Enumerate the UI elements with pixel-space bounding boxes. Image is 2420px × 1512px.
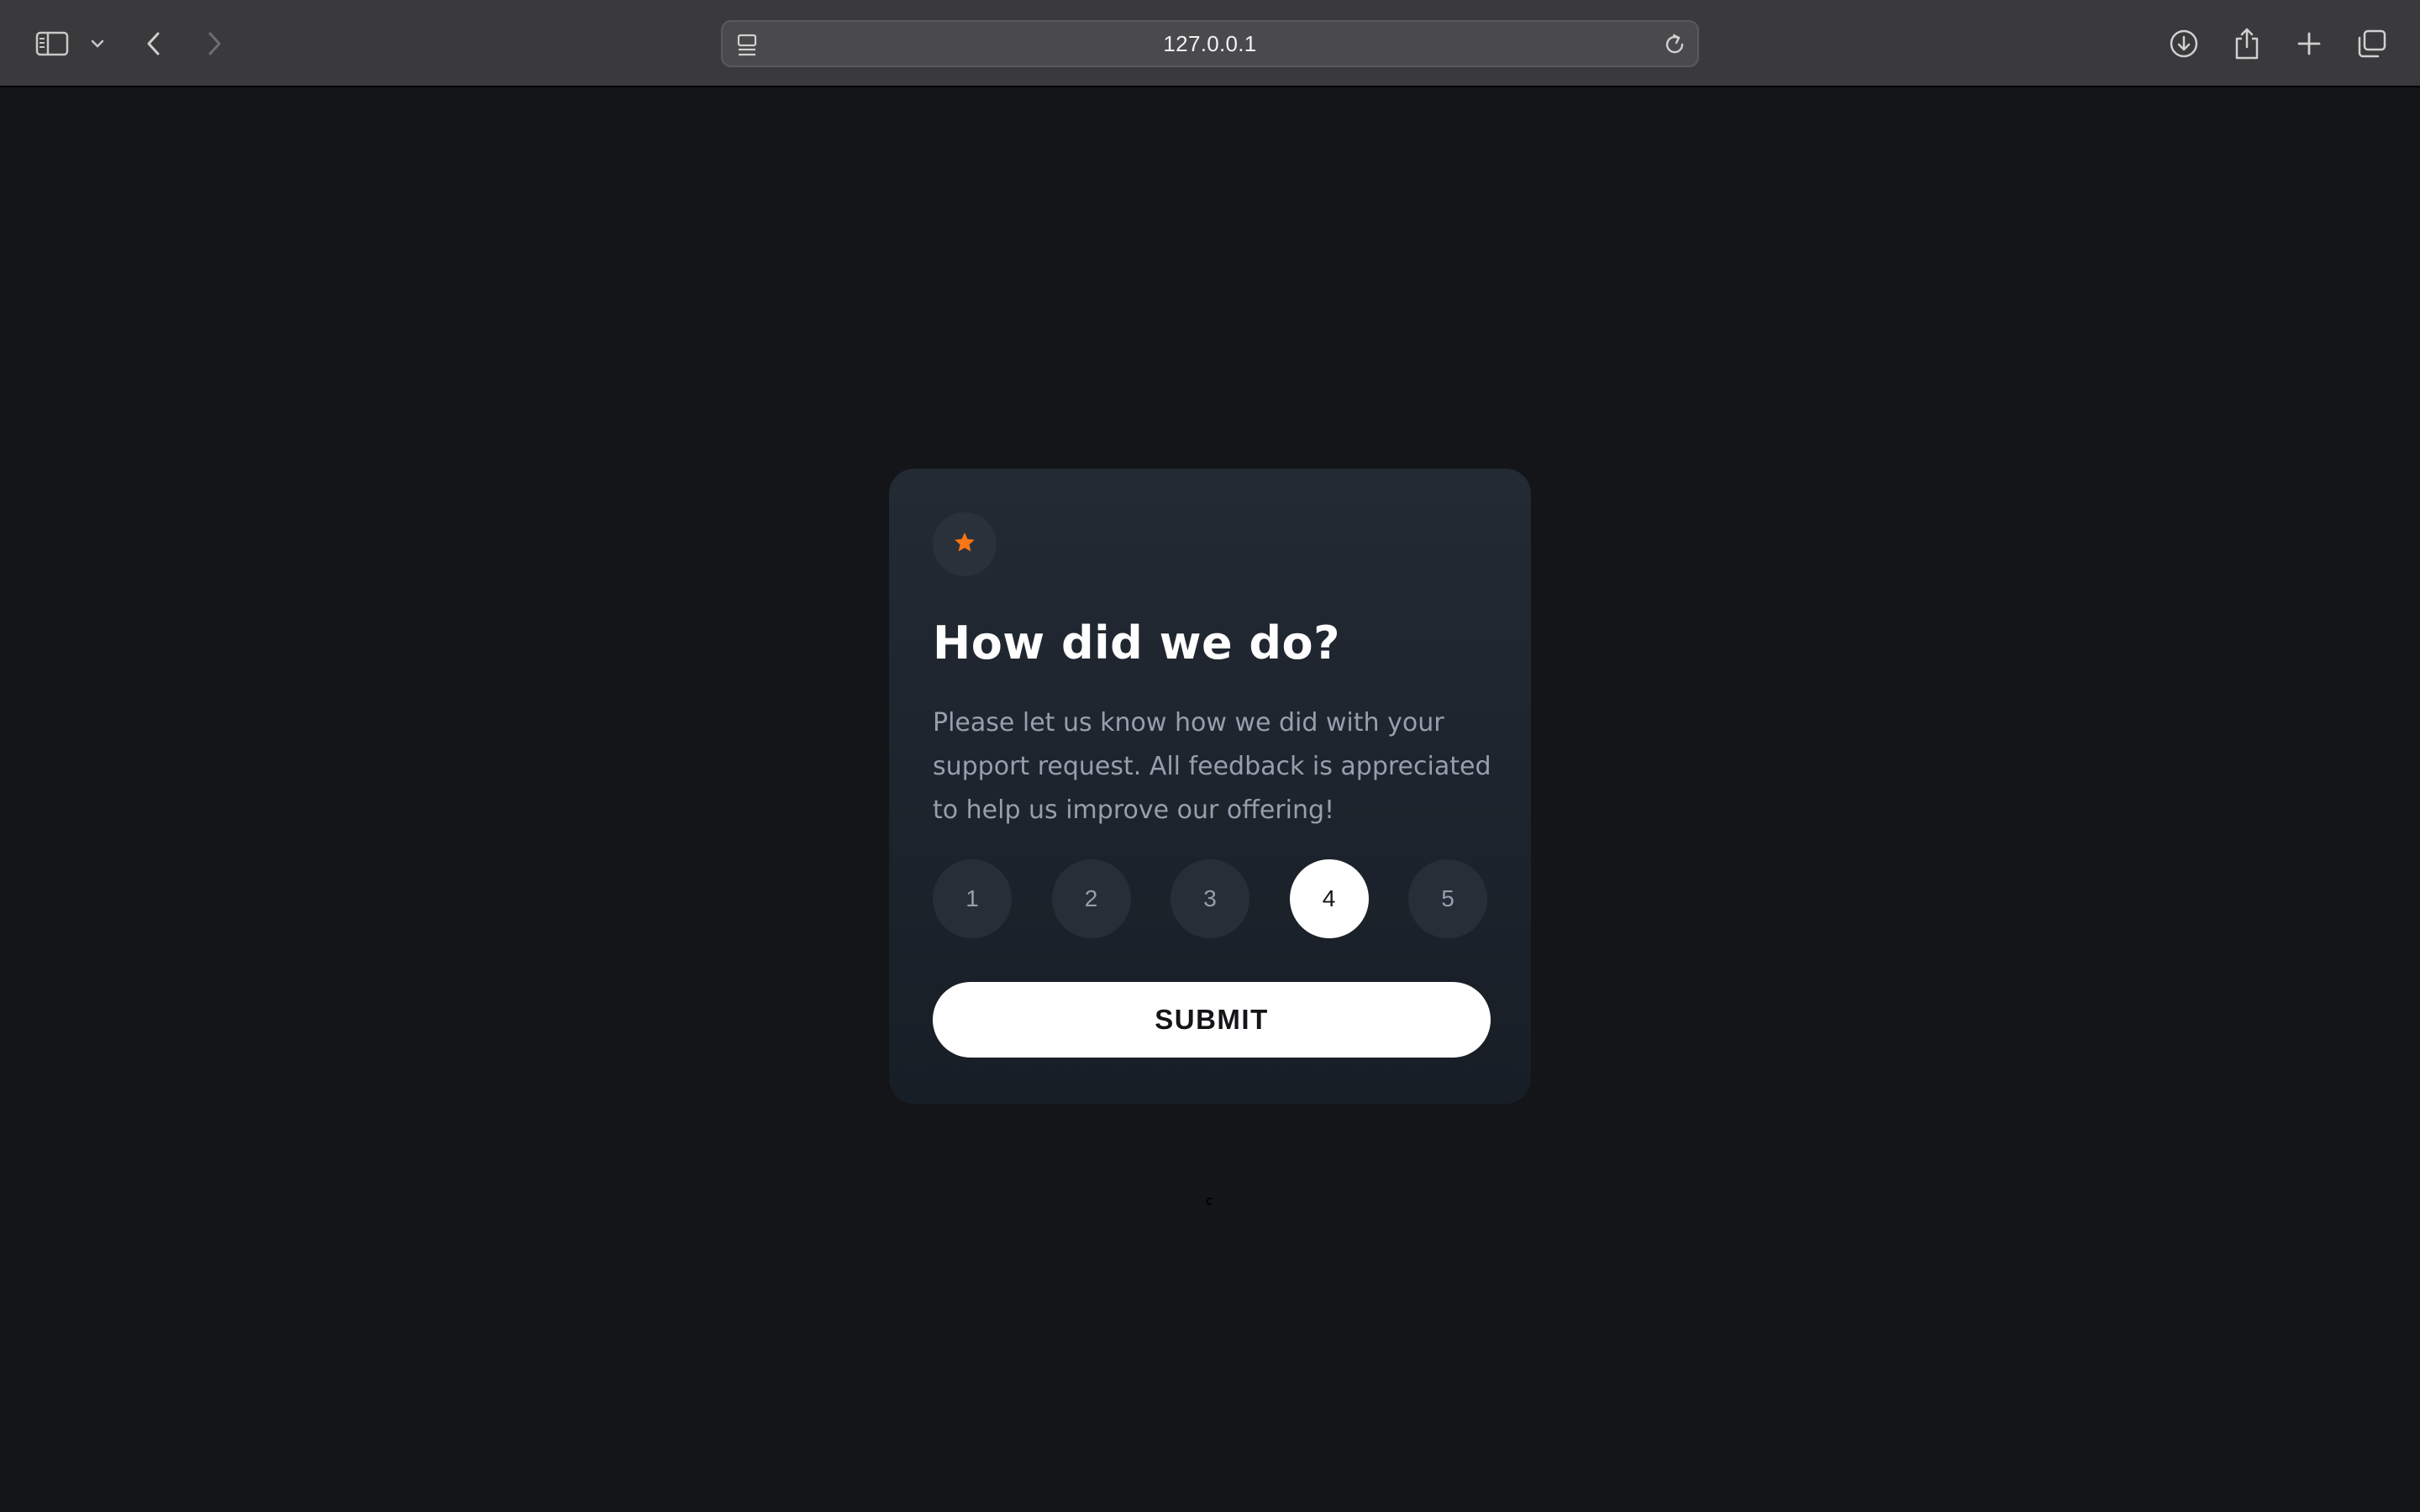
- card-description: Please let us know how we did with your …: [933, 708, 1491, 826]
- page-menu-icon[interactable]: [736, 33, 758, 62]
- rating-option-5[interactable]: 5: [1408, 859, 1487, 939]
- sidebar-icon[interactable]: [32, 20, 72, 67]
- chevron-right-icon[interactable]: [202, 20, 227, 67]
- submit-button[interactable]: SUBMIT: [933, 982, 1491, 1058]
- chevron-down-icon[interactable]: [87, 20, 108, 67]
- rating-option-3[interactable]: 3: [1171, 859, 1249, 939]
- address-bar[interactable]: 127.0.0.1: [721, 20, 1699, 67]
- rating-option-1[interactable]: 1: [933, 859, 1012, 939]
- star-icon: [952, 530, 977, 559]
- reload-icon[interactable]: [1662, 32, 1687, 61]
- share-icon[interactable]: [2230, 20, 2264, 67]
- rating-options: 1 2 3 4 5: [933, 859, 1487, 939]
- tab-overview-icon[interactable]: [2354, 20, 2390, 67]
- plus-icon[interactable]: [2292, 20, 2326, 67]
- download-icon[interactable]: [2166, 20, 2202, 67]
- text-cursor-mark: [1206, 1194, 1214, 1205]
- rating-option-2[interactable]: 2: [1051, 859, 1131, 939]
- chevron-left-icon[interactable]: [141, 20, 166, 67]
- rating-card: How did we do? Please let us know how we…: [889, 469, 1531, 1104]
- page-viewport: How did we do? Please let us know how we…: [0, 89, 2420, 1512]
- browser-toolbar: 127.0.0.1: [0, 0, 2420, 87]
- star-badge: [933, 512, 997, 576]
- rating-option-4[interactable]: 4: [1289, 859, 1369, 939]
- card-title: How did we do?: [933, 617, 1340, 669]
- url-text: 127.0.0.1: [1163, 30, 1257, 56]
